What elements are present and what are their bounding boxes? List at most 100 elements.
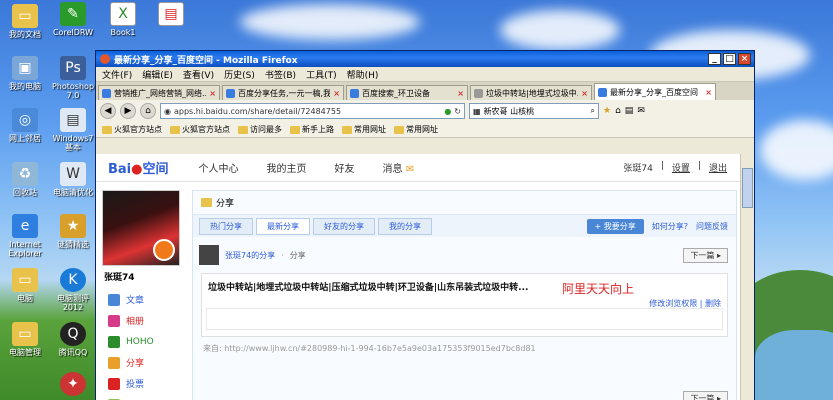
feedback-link[interactable]: 问题反馈 [696,221,728,232]
url-bar[interactable]: ◉ apps.hi.baidu.com/share/detail/7248475… [160,103,465,119]
tab-marketing[interactable]: 营销推广_网络营销_网络... × [98,85,220,100]
post-author-link[interactable]: 张珽74的分享 [225,250,275,261]
nav-my-homepage[interactable]: 我的主页 [267,160,307,175]
desktop-icon-qq[interactable]: Q 腾讯QQ [50,322,96,357]
home-icon[interactable]: ⌂ [140,103,156,119]
reload-icon[interactable]: ↻ [454,107,461,116]
share-panel: 分享 热门分享 最新分享 好友的分享 我的分享 + 我要分享 如何分享? 问题反… [192,190,737,400]
sidebar-item-share[interactable]: 分享 [102,352,182,373]
settings-link[interactable]: 设置 [672,161,690,174]
post-source[interactable]: 来自: http://www.ljhw.cn/#280989-hi-1-994-… [193,337,736,354]
folder-icon: ▭ [12,4,38,28]
desktop-icon-folder[interactable]: ▭ 电脑 [2,268,48,303]
avatar[interactable] [102,190,180,266]
header-username[interactable]: 张珽74 [623,161,652,174]
desktop-icon-photoshop[interactable]: Ps Photoshop 7.0 [50,56,96,100]
nav-personal-center[interactable]: 个人中心 [199,160,239,175]
tools-icon[interactable]: ✉ [637,106,645,116]
tab-close-icon[interactable]: × [581,89,588,98]
logout-link[interactable]: 退出 [709,161,727,174]
sidebar-item-test[interactable]: 测试 [102,394,182,400]
how-to-share-link[interactable]: 如何分享? [652,221,688,232]
folder-icon [102,125,112,134]
desktop-icon-riddles[interactable]: ★ 谜猜精选 [50,214,96,249]
menu-file[interactable]: 文件(F) [102,68,132,81]
tab-close-icon[interactable]: × [457,89,464,98]
desktop-icon-coreldraw[interactable]: ✎ CorelDRW [50,2,96,37]
search-box[interactable]: ▦ 新农哥 山核桃 ⌕ [469,103,599,119]
star-icon[interactable]: ★ [603,106,611,116]
menu-view[interactable]: 查看(V) [183,68,214,81]
desktop-icon-folder-2[interactable]: ▭ 电脑管理 [2,322,48,357]
forward-button[interactable]: ▶ [120,103,136,119]
section-title: 分享 [216,199,235,209]
bookmark-common-sites-2[interactable]: 常用网址 [394,124,438,135]
tab-baidu-task[interactable]: 百度分享任务,一元一稿,我... × [222,85,344,100]
scrollbar-thumb[interactable] [742,168,753,208]
menu-history[interactable]: 历史(S) [224,68,255,81]
close-button[interactable]: × [738,53,751,65]
sidebar-username[interactable]: 张珽74 [104,270,182,283]
tab-close-icon[interactable]: × [333,89,340,98]
minimize-button[interactable]: _ [708,53,721,65]
desktop-icon-book1[interactable]: X Book1 [100,2,146,37]
sidebar-item-articles[interactable]: 文章 [102,289,182,310]
post-kind: 分享 [289,250,306,260]
menu-edit[interactable]: 编辑(E) [142,68,173,81]
next-post-button[interactable]: 下一篇 ▸ [683,247,728,263]
desktop-icon-optimizer[interactable]: W 电脑清优化 [50,162,96,197]
tab-my-shares[interactable]: 我的分享 [378,217,432,235]
tab-close-icon[interactable]: × [705,88,712,97]
coreldraw-icon: ✎ [60,2,86,26]
bookmark-most-visited[interactable]: 访问最多 [238,124,282,135]
home-page-icon[interactable]: ⌂ [615,106,621,116]
favicon-icon [598,87,607,97]
folder-icon [238,125,248,134]
tab-garbage-station[interactable]: 垃圾中转站|地埋式垃圾中... × [470,85,592,100]
desktop-icon-windows7[interactable]: ▤ Windows7基本 [50,108,96,152]
desktop-icon-file[interactable]: ▤ [148,2,194,28]
baidu-logo[interactable]: Bai●空间 [108,158,169,177]
print-icon[interactable]: ▤ [625,106,634,116]
bookmark-common-sites[interactable]: 常用网址 [342,124,386,135]
ie-icon: e [12,214,38,238]
bookmark-firefox-official-2[interactable]: 火狐官方站点 [170,124,230,135]
desktop-icon-my-documents[interactable]: ▭ 我的文档 [2,4,48,39]
chevron-right-icon: ▸ [716,250,721,260]
tab-hot-shares[interactable]: 热门分享 [199,217,253,235]
tab-baidu-search[interactable]: 百度搜索_环卫设备 × [346,85,468,100]
maximize-button[interactable]: □ [723,53,736,65]
next-post-button-2[interactable]: 下一篇 ▸ [683,391,728,400]
desktop-icon-benchmark[interactable]: K 电脑测评2012 [50,268,96,312]
sidebar-item-hoho[interactable]: HOHO [102,331,182,352]
bookmark-getting-started[interactable]: 新手上路 [290,124,334,135]
sidebar: 张珽74 文章 相册 HOHO 分享 投票 测试 [102,190,182,400]
title-bar[interactable]: 最新分享_分享_百度空间 - Mozilla Firefox _ □ × [96,51,754,67]
post-card: 垃圾中转站|地埋式垃圾中转站|压缩式垃圾中转|环卫设备|山东吊装式垃圾中转...… [201,273,728,337]
desktop-icon-network[interactable]: ◎ 网上邻居 [2,108,48,143]
desktop-icon-game[interactable]: ✦ [50,372,96,398]
menu-help[interactable]: 帮助(H) [347,68,379,81]
benchmark-icon: K [60,268,86,292]
menu-tools[interactable]: 工具(T) [306,68,337,81]
sidebar-item-vote[interactable]: 投票 [102,373,182,394]
desktop-icon-recycle-bin[interactable]: ♻ 回收站 [2,162,48,197]
tab-friends-shares[interactable]: 好友的分享 [313,217,375,235]
vertical-scrollbar[interactable] [740,154,754,400]
post-avatar[interactable] [199,245,219,265]
desktop-icon-ie[interactable]: e Internet Explorer [2,214,48,258]
desktop-icon-my-computer[interactable]: ▣ 我的电脑 [2,56,48,91]
go-icon[interactable]: ● [444,107,451,116]
nav-friends[interactable]: 好友 [335,160,355,175]
bookmark-firefox-official[interactable]: 火狐官方站点 [102,124,162,135]
tab-latest-shares[interactable]: 最新分享 [256,217,310,235]
post-title[interactable]: 垃圾中转站|地埋式垃圾中转站|压缩式垃圾中转|环卫设备|山东吊装式垃圾中转... [202,274,727,299]
back-button[interactable]: ◀ [100,103,116,119]
tab-close-icon[interactable]: × [209,89,216,98]
nav-messages[interactable]: 消息 ✉ [383,160,415,175]
tab-latest-share[interactable]: 最新分享_分享_百度空间 × [594,83,716,100]
menu-bookmarks[interactable]: 书签(B) [265,68,296,81]
search-icon[interactable]: ⌕ [591,106,595,116]
add-share-button[interactable]: + 我要分享 [586,218,644,234]
sidebar-item-albums[interactable]: 相册 [102,310,182,331]
